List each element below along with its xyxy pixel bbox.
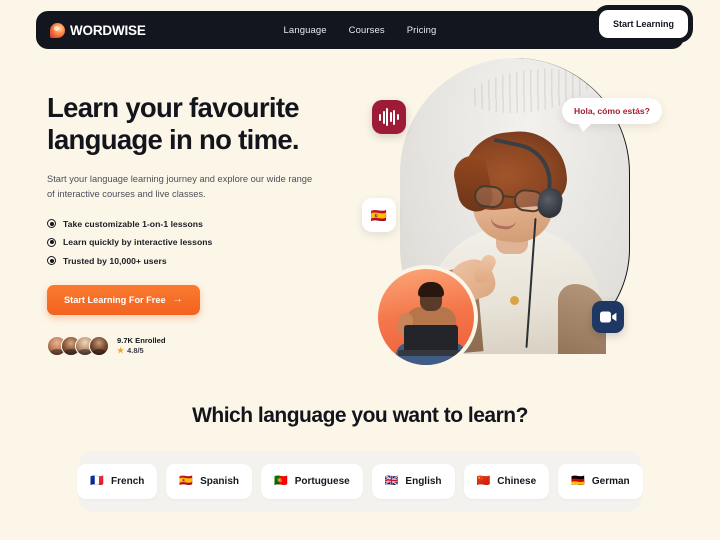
hero-illustration: 🇪🇸 Hola, cómo estás?	[362, 58, 672, 369]
flag-icon-germany: 🇩🇪	[571, 475, 585, 487]
speech-bubble: Hola, cómo estás?	[562, 98, 662, 132]
language-label: English	[405, 476, 442, 487]
language-picker-section: Which language you want to learn? 🇫🇷 Fre…	[0, 404, 720, 512]
start-learning-for-free-button[interactable]: Start Learning For Free →	[47, 284, 200, 315]
nav-start-learning-button[interactable]: Start Learning	[598, 10, 688, 38]
enrolled-count: 9.7K Enrolled	[117, 336, 166, 346]
radio-dot-icon	[47, 237, 56, 247]
list-item: Learn quickly by interactive lessons	[47, 237, 347, 247]
rating-value: 4.8/5	[127, 346, 144, 356]
list-item: Trusted by 10,000+ users	[47, 256, 347, 266]
video-camera-icon	[592, 301, 624, 333]
language-label: German	[591, 476, 630, 487]
audio-waveform-icon	[372, 100, 406, 134]
language-label: French	[111, 476, 145, 487]
main-navbar: WORDWISE Language Courses Pricing Start …	[36, 10, 688, 49]
hero-subtitle: Start your language learning journey and…	[47, 173, 313, 199]
language-chip-french[interactable]: 🇫🇷 French	[77, 464, 158, 499]
star-icon: ★	[117, 345, 125, 355]
cta-label: Start Learning For Free	[64, 294, 166, 305]
flag-icon: 🇪🇸	[370, 207, 388, 223]
language-chip-list: 🇫🇷 French 🇪🇸 Spanish 🇵🇹 Portuguese 🇬🇧 En…	[77, 451, 643, 512]
nav-link-language[interactable]: Language	[284, 25, 327, 36]
language-chip-chinese[interactable]: 🇨🇳 Chinese	[463, 464, 550, 499]
language-section-heading: Which language you want to learn?	[192, 404, 528, 427]
list-item: Take customizable 1-on-1 lessons	[47, 219, 347, 229]
radio-dot-icon	[47, 256, 56, 266]
flag-icon-china: 🇨🇳	[476, 475, 491, 487]
social-proof-text: 9.7K Enrolled ★ 4.8/5	[117, 336, 166, 355]
brand-logo[interactable]: WORDWISE	[50, 22, 146, 38]
inset-student-photo	[374, 265, 478, 369]
benefit-label: Take customizable 1-on-1 lessons	[63, 218, 203, 229]
social-proof: 9.7K Enrolled ★ 4.8/5	[47, 335, 347, 356]
hero-benefit-list: Take customizable 1-on-1 lessons Learn q…	[47, 219, 347, 266]
arrow-right-icon: →	[172, 293, 183, 305]
hero-title-line-1: Learn your favourite	[47, 92, 300, 123]
benefit-label: Learn quickly by interactive lessons	[63, 237, 213, 248]
avatar	[89, 335, 109, 356]
rating-row: ★ 4.8/5	[117, 346, 166, 355]
language-label: Chinese	[497, 476, 537, 487]
benefit-label: Trusted by 10,000+ users	[63, 255, 167, 266]
nav-link-pricing[interactable]: Pricing	[407, 25, 437, 36]
hero-copy: Learn your favourite language in no time…	[47, 92, 347, 356]
spanish-flag-badge: 🇪🇸	[362, 198, 396, 232]
hero-title-line-2: language in no time.	[47, 123, 300, 155]
radio-dot-icon	[47, 219, 56, 229]
nav-links: Language Courses Pricing	[284, 25, 437, 36]
flag-icon-spain: 🇪🇸	[179, 475, 194, 487]
flag-icon-portugal: 🇵🇹	[274, 475, 288, 487]
avatar-group	[47, 335, 109, 356]
speech-blob-logo-icon	[50, 22, 65, 38]
nav-link-courses[interactable]: Courses	[349, 25, 385, 36]
language-chip-portuguese[interactable]: 🇵🇹 Portuguese	[261, 464, 363, 499]
flag-icon-uk: 🇬🇧	[384, 475, 399, 487]
language-label: Portuguese	[294, 476, 350, 487]
language-chip-german[interactable]: 🇩🇪 German	[558, 464, 643, 499]
page-title: Learn your favourite language in no time…	[47, 92, 347, 156]
brand-name: WORDWISE	[70, 22, 146, 38]
language-chip-english[interactable]: 🇬🇧 English	[371, 464, 455, 499]
language-chip-spanish[interactable]: 🇪🇸 Spanish	[166, 464, 252, 499]
language-label: Spanish	[200, 476, 239, 487]
flag-icon-france: 🇫🇷	[90, 475, 105, 487]
